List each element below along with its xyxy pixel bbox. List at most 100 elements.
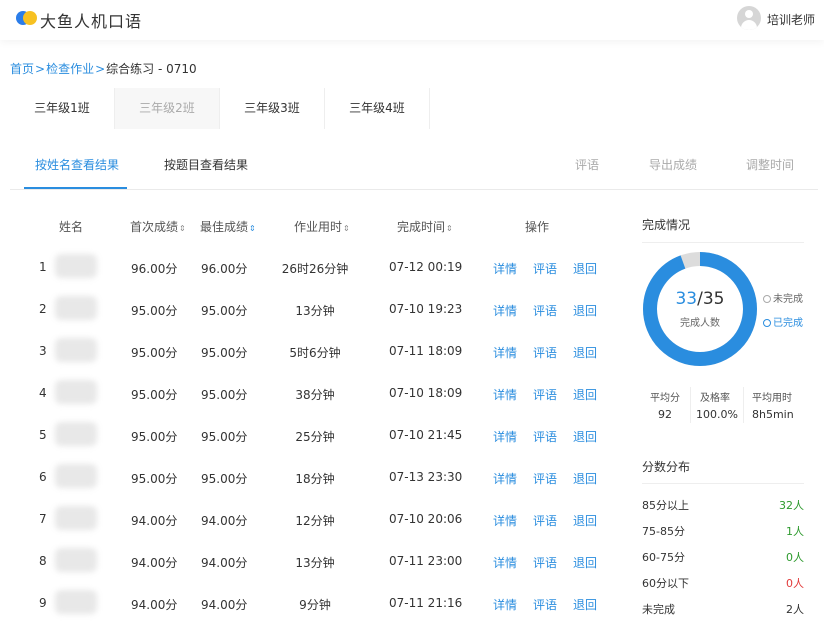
- return-link[interactable]: 退回: [573, 344, 597, 361]
- table-row: 4 95.00分 95.00分 38分钟 07-10 18:09 详情 评语 退回: [20, 372, 620, 414]
- sort-icon[interactable]: ⇕: [446, 224, 453, 233]
- row-index: 9: [39, 596, 47, 610]
- breadcrumb-separator: >: [95, 62, 106, 76]
- detail-link[interactable]: 详情: [493, 260, 517, 277]
- return-link[interactable]: 退回: [573, 596, 597, 613]
- first-score-cell: 94.00分: [131, 556, 178, 570]
- completed-count: 33: [675, 289, 698, 309]
- first-score-cell: 95.00分: [131, 346, 178, 360]
- row-index: 8: [39, 554, 47, 568]
- table-row: 7 94.00分 94.00分 12分钟 07-10 20:06 详情 评语 退回: [20, 498, 620, 540]
- comment-link[interactable]: 评语: [533, 302, 557, 319]
- return-link[interactable]: 退回: [573, 260, 597, 277]
- distribution-label: 60分以下: [642, 577, 689, 590]
- detail-link[interactable]: 详情: [493, 470, 517, 487]
- active-tab-indicator: [24, 187, 127, 189]
- finish-time-cell: 07-10 21:45: [389, 428, 463, 442]
- comment-action[interactable]: 评语: [575, 156, 599, 173]
- user-name[interactable]: 培训老师: [767, 11, 815, 28]
- duration-text: 38分钟: [295, 388, 335, 402]
- legend-dot-blue: [763, 319, 771, 327]
- blurred-student-name: [55, 590, 97, 614]
- class-tab-2[interactable]: 三年级2班: [115, 88, 220, 129]
- return-link[interactable]: 退回: [573, 428, 597, 445]
- tab-by-name[interactable]: 按姓名查看结果: [35, 156, 119, 173]
- avg-score-label: 平均分: [650, 393, 680, 404]
- return-link[interactable]: 退回: [573, 302, 597, 319]
- detail-link[interactable]: 详情: [493, 344, 517, 361]
- class-tab-3[interactable]: 三年级3班: [220, 88, 325, 129]
- return-link[interactable]: 退回: [573, 386, 597, 403]
- first-score-cell: 96.00分: [131, 262, 178, 276]
- detail-link[interactable]: 详情: [493, 512, 517, 529]
- row-index: 3: [39, 344, 47, 358]
- detail-link[interactable]: 详情: [493, 596, 517, 613]
- blurred-student-name: [55, 296, 97, 320]
- return-link[interactable]: 退回: [573, 512, 597, 529]
- sort-icon[interactable]: ⇕: [179, 224, 186, 233]
- comment-link[interactable]: 评语: [533, 554, 557, 571]
- comment-link[interactable]: 评语: [533, 470, 557, 487]
- header-first-score-label: 首次成绩: [130, 220, 179, 234]
- row-index: 6: [39, 470, 47, 484]
- legend-incomplete: 未完成: [763, 290, 803, 305]
- duration-text: 5时6分钟: [289, 346, 341, 360]
- return-link[interactable]: 退回: [573, 554, 597, 571]
- view-tabs: 按姓名查看结果 按题目查看结果 评语 导出成绩 调整时间: [10, 140, 818, 190]
- export-scores-action[interactable]: 导出成绩: [649, 156, 697, 173]
- app-logo: [16, 9, 40, 27]
- detail-link[interactable]: 详情: [493, 386, 517, 403]
- divider: [743, 387, 744, 423]
- header-duration[interactable]: 作业用时⇕: [294, 218, 350, 235]
- tab-by-question[interactable]: 按题目查看结果: [164, 156, 248, 173]
- header-first-score[interactable]: 首次成绩⇕: [130, 218, 186, 235]
- comment-link[interactable]: 评语: [533, 386, 557, 403]
- adjust-time-action[interactable]: 调整时间: [746, 156, 794, 173]
- completion-title: 完成情况: [642, 218, 691, 232]
- row-index: 1: [39, 260, 47, 274]
- blurred-student-name: [55, 338, 97, 362]
- duration-text: 25分钟: [295, 430, 335, 444]
- header-duration-label: 作业用时: [294, 220, 343, 234]
- distribution-label: 60-75分: [642, 551, 685, 564]
- header-best-score-label: 最佳成绩: [200, 220, 249, 234]
- breadcrumb-home[interactable]: 首页: [10, 62, 34, 76]
- avatar[interactable]: [737, 6, 761, 30]
- header-finish-time[interactable]: 完成时间⇕: [397, 218, 453, 235]
- comment-link[interactable]: 评语: [533, 596, 557, 613]
- comment-link[interactable]: 评语: [533, 344, 557, 361]
- table-row: 1 96.00分 96.00分 26时26分钟 07-12 00:19 详情 评语 退回: [20, 246, 620, 288]
- detail-link[interactable]: 详情: [493, 554, 517, 571]
- distribution-row: 60-75分 0人: [642, 543, 804, 569]
- detail-link[interactable]: 详情: [493, 428, 517, 445]
- class-tab-4[interactable]: 三年级4班: [325, 88, 430, 129]
- detail-link[interactable]: 详情: [493, 302, 517, 319]
- finish-time-cell: 07-12 00:19: [389, 260, 463, 274]
- finish-time-cell: 07-10 19:23: [389, 302, 463, 316]
- legend-complete: 已完成: [763, 314, 803, 329]
- table-row: 8 94.00分 94.00分 13分钟 07-11 23:00 详情 评语 退回: [20, 540, 620, 582]
- row-index: 7: [39, 512, 47, 526]
- row-index: 4: [39, 386, 47, 400]
- blurred-student-name: [55, 548, 97, 572]
- distribution-row: 未完成 2人: [642, 595, 804, 621]
- comment-link[interactable]: 评语: [533, 428, 557, 445]
- comment-link[interactable]: 评语: [533, 512, 557, 529]
- legend-incomplete-label: 未完成: [773, 294, 803, 305]
- breadcrumb-check-homework[interactable]: 检查作业: [46, 62, 94, 76]
- distribution-value: 2人: [786, 603, 804, 616]
- finish-time-cell: 07-10 20:06: [389, 512, 463, 526]
- duration-text: 13分钟: [295, 556, 335, 570]
- header-best-score[interactable]: 最佳成绩⇕: [200, 218, 256, 235]
- distribution-label: 85分以上: [642, 499, 689, 512]
- completion-caption: 完成人数: [680, 318, 720, 329]
- return-link[interactable]: 退回: [573, 470, 597, 487]
- class-tab-1[interactable]: 三年级1班: [10, 88, 115, 129]
- sort-icon[interactable]: ⇕: [249, 224, 256, 233]
- sort-icon[interactable]: ⇕: [343, 224, 350, 233]
- blurred-student-name: [55, 422, 97, 446]
- pass-rate-value: 100.0%: [696, 408, 738, 421]
- comment-link[interactable]: 评语: [533, 260, 557, 277]
- row-index: 2: [39, 302, 47, 316]
- table-row: 9 94.00分 94.00分 9分钟 07-11 21:16 详情 评语 退回: [20, 582, 620, 624]
